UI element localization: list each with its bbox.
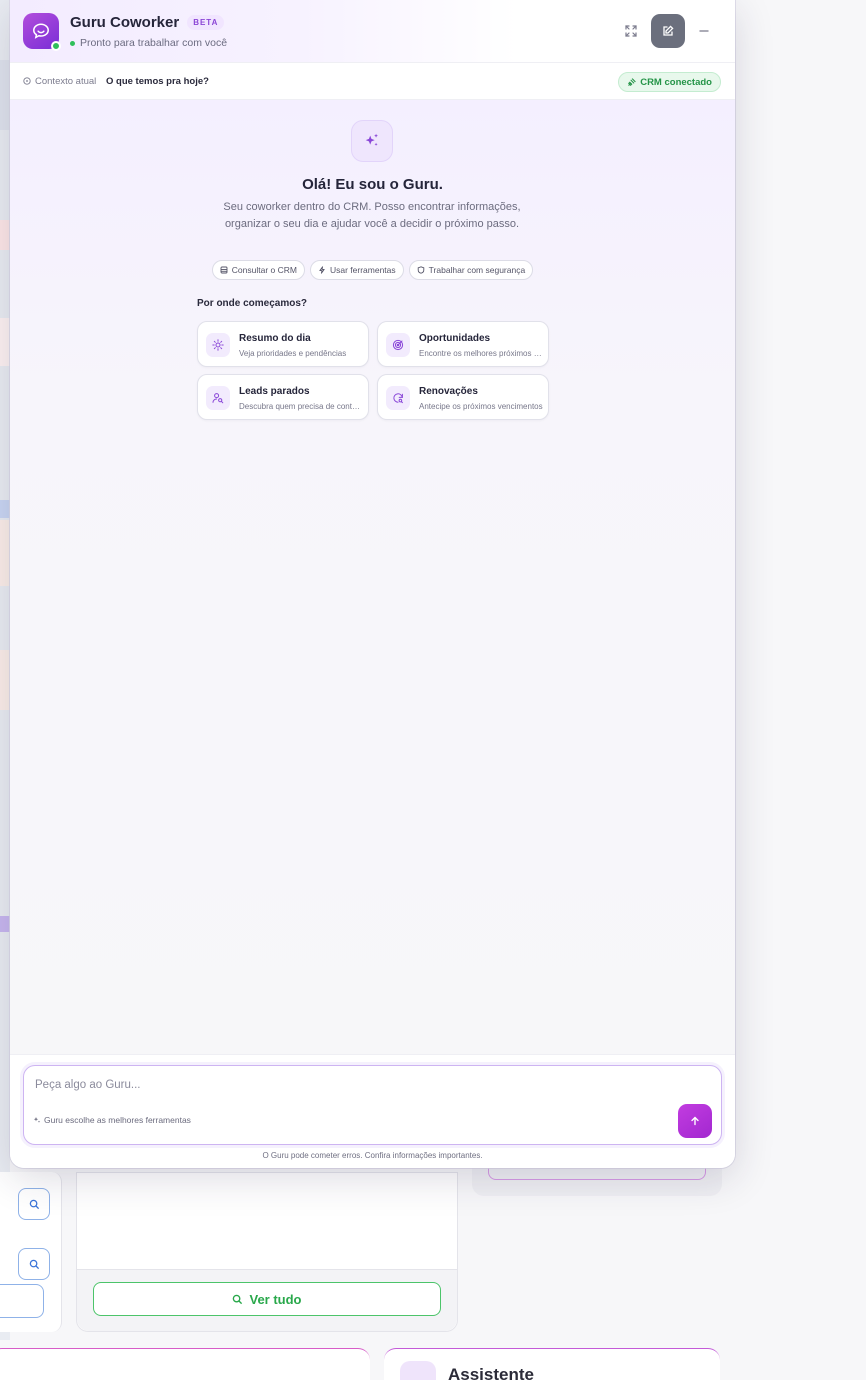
card-leads-parados[interactable]: Leads parados Descubra quem precisa de c… <box>197 374 369 420</box>
chat-bubble-icon <box>33 23 49 39</box>
arrow-up-icon <box>691 1116 699 1126</box>
expand-icon <box>625 25 637 37</box>
context-bar: Contexto atual O que temos pra hoje? CRM… <box>10 62 735 100</box>
card-icon-box <box>206 386 230 410</box>
start-label: Por onde começamos? <box>197 298 308 309</box>
chip-label: Trabalhar com segurança <box>428 265 526 275</box>
chip-trabalhar-seguranca[interactable]: Trabalhar com segurança <box>408 260 534 280</box>
bolt-icon <box>319 266 325 274</box>
sparkles-icon <box>365 133 378 146</box>
sparkle-small-icon <box>33 1117 41 1123</box>
minimize-icon <box>699 30 709 32</box>
row-search-button[interactable] <box>18 1248 50 1280</box>
conversation-area: Olá! Eu sou o Guru. Seu coworker dentro … <box>10 100 735 1054</box>
composer: Guru escolhe as melhores ferramentas <box>23 1065 722 1145</box>
status-dot-icon <box>70 40 75 46</box>
welcome-subtitle: Seu coworker dentro do CRM. Posso encont… <box>223 201 521 230</box>
card-title: Leads parados <box>239 386 310 397</box>
card-resumo-do-dia[interactable]: Resumo do dia Veja prioridades e pendênc… <box>197 321 369 367</box>
card-description: Descubra quem precisa de contato <box>239 402 363 411</box>
edit-icon <box>663 25 674 36</box>
composer-area: Guru escolhe as melhores ferramentas O G… <box>10 1054 735 1168</box>
card-title: Renovações <box>419 386 478 397</box>
card-title: Oportunidades <box>419 333 491 344</box>
status-line: Pronto para trabalhar com você <box>70 37 227 49</box>
online-indicator <box>51 41 61 51</box>
tools-hint: Guru escolhe as melhores ferramentas <box>33 1115 191 1125</box>
background-bottom-card <box>0 1348 370 1380</box>
card-description: Encontre os melhores próximos negócios <box>419 349 543 358</box>
target-icon <box>392 339 404 351</box>
send-button[interactable] <box>678 1104 712 1138</box>
tools-hint-text: Guru escolhe as melhores ferramentas <box>44 1115 191 1125</box>
guru-panel: Guru Coworker BETA Pronto para trabalhar… <box>10 0 735 1168</box>
card-icon-box <box>386 333 410 357</box>
message-input[interactable] <box>35 1076 655 1094</box>
search-icon <box>29 1259 39 1269</box>
chip-label: Usar ferramentas <box>329 265 396 275</box>
crm-status-badge: CRM conectado <box>618 72 721 92</box>
search-icon <box>233 1294 243 1304</box>
chip-consultar-crm[interactable]: Consultar o CRM <box>211 260 305 280</box>
background-left-strip <box>0 0 10 1340</box>
background-left-button[interactable] <box>0 1284 44 1318</box>
guru-logo <box>23 13 61 51</box>
assistant-icon <box>400 1361 436 1380</box>
search-icon <box>29 1199 39 1209</box>
compass-icon <box>23 77 31 85</box>
sun-icon <box>212 339 224 351</box>
assistente-title: Assistente <box>448 1365 534 1380</box>
app-title: Guru Coworker <box>70 14 180 31</box>
user-search-icon <box>212 393 224 404</box>
context-label-text: Contexto atual <box>35 75 97 87</box>
status-text: Pronto para trabalhar com você <box>80 37 228 49</box>
ver-tudo-label: Ver tudo <box>249 1291 302 1307</box>
background-card-footer: Ver tudo <box>77 1269 457 1331</box>
expand-button[interactable] <box>614 14 648 48</box>
card-title: Resumo do dia <box>239 333 311 344</box>
assistente-card: Assistente <box>384 1348 720 1380</box>
database-icon <box>220 266 228 274</box>
card-oportunidades[interactable]: Oportunidades Encontre os melhores próxi… <box>377 321 549 367</box>
ver-tudo-button[interactable]: Ver tudo <box>93 1282 441 1316</box>
suggestion-cards: Resumo do dia Veja prioridades e pendênc… <box>197 321 549 420</box>
card-icon-box <box>206 333 230 357</box>
panel-header: Guru Coworker BETA Pronto para trabalhar… <box>10 0 735 62</box>
sparkles-badge <box>351 120 393 162</box>
new-chat-button[interactable] <box>651 14 685 48</box>
welcome-title: Olá! Eu sou o Guru. <box>302 176 443 193</box>
plug-icon <box>628 77 636 86</box>
refresh-icon <box>393 393 403 404</box>
crm-status-text: CRM conectado <box>640 76 712 88</box>
shield-icon <box>417 266 424 274</box>
disclaimer: O Guru pode cometer erros. Confira infor… <box>262 1151 483 1160</box>
context-label: Contexto atual <box>23 76 96 87</box>
chip-label: Consultar o CRM <box>231 265 297 275</box>
capability-chips: Consultar o CRM Usar ferramentas Trabalh… <box>10 260 735 280</box>
card-icon-box <box>386 386 410 410</box>
card-renovacoes[interactable]: Renovações Antecipe os próximos vencimen… <box>377 374 549 420</box>
card-description: Antecipe os próximos vencimentos <box>419 402 543 411</box>
background-list-card: Ver tudo <box>76 1172 458 1332</box>
context-value[interactable]: O que temos pra hoje? <box>106 76 209 87</box>
card-description: Veja prioridades e pendências <box>239 349 347 358</box>
minimize-button[interactable] <box>687 14 721 48</box>
row-search-button[interactable] <box>18 1188 50 1220</box>
beta-badge: BETA <box>187 15 225 30</box>
chip-usar-ferramentas[interactable]: Usar ferramentas <box>309 260 404 280</box>
